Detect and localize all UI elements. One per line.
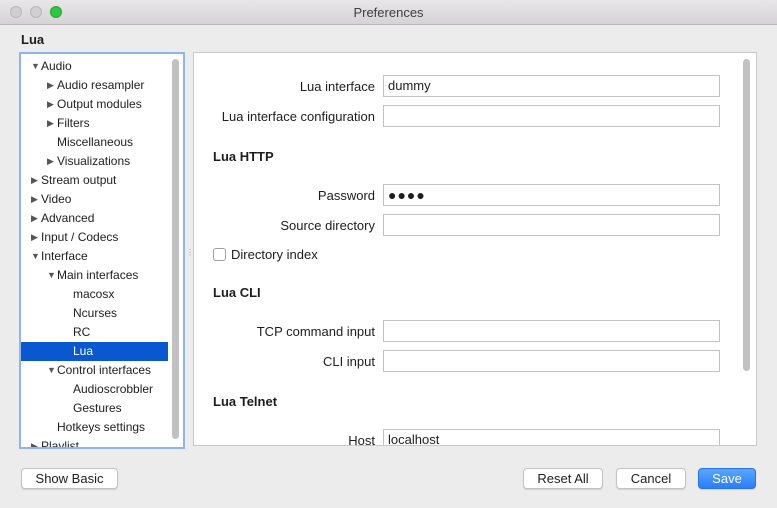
disclosure-expanded-icon[interactable]: ▼ — [47, 361, 56, 380]
cli-input-label: CLI input — [322, 354, 375, 369]
directory-index-label[interactable]: Directory index — [231, 247, 318, 262]
tcp-command-input-field[interactable] — [383, 320, 720, 342]
tree-item-label: RC — [73, 325, 91, 339]
tree-item-label: Video — [41, 192, 72, 206]
show-basic-button[interactable]: Show Basic — [21, 468, 118, 489]
title-bar: Preferences — [0, 0, 777, 25]
lua-interface-config-label: Lua interface configuration — [221, 109, 375, 124]
lua-cli-heading: Lua CLI — [213, 285, 261, 300]
settings-panel: Lua interface dummy Lua interface config… — [193, 52, 757, 446]
disclosure-collapsed-icon[interactable]: ▶ — [31, 228, 38, 247]
tree-item-label: Control interfaces — [57, 363, 152, 377]
tree-item[interactable]: ▶ Advanced — [21, 209, 168, 228]
reset-all-button[interactable]: Reset All — [523, 468, 603, 489]
source-directory-label: Source directory — [280, 218, 375, 233]
tree-item[interactable]: ▶ Stream output — [21, 171, 168, 190]
disclosure-collapsed-icon[interactable]: ▶ — [47, 114, 54, 133]
source-directory-field[interactable] — [383, 214, 720, 236]
tree-item-label: macosx — [73, 287, 115, 301]
tree-item[interactable]: Ncurses — [21, 304, 168, 323]
tree-item-label: Audio — [41, 59, 72, 73]
tree-item[interactable]: ▶ Audio resampler — [21, 76, 168, 95]
tree-item[interactable]: Miscellaneous — [21, 133, 168, 152]
disclosure-collapsed-icon[interactable]: ▶ — [47, 152, 54, 171]
tree-item[interactable]: Gestures — [21, 399, 168, 418]
disclosure-collapsed-icon[interactable]: ▶ — [31, 190, 38, 209]
tree-item-label: Output modules — [57, 97, 142, 111]
disclosure-collapsed-icon[interactable]: ▶ — [31, 171, 38, 190]
tree-item[interactable]: ▼ Control interfaces — [21, 361, 168, 380]
lua-interface-field[interactable]: dummy — [383, 75, 720, 97]
tree-item[interactable]: ▶ Visualizations — [21, 152, 168, 171]
tree-item[interactable]: RC — [21, 323, 168, 342]
save-button[interactable]: Save — [698, 468, 756, 489]
tree-item[interactable]: ▼ Interface — [21, 247, 168, 266]
disclosure-expanded-icon[interactable]: ▼ — [47, 266, 56, 285]
tree-item[interactable]: ▶ Filters — [21, 114, 168, 133]
tcp-command-input-label: TCP command input — [256, 324, 375, 339]
password-field[interactable]: ●●●● — [383, 184, 720, 206]
tree-item-label: Playlist — [41, 439, 80, 449]
tree-scrollbar[interactable] — [172, 59, 179, 439]
tree-item-label: Visualizations — [57, 154, 131, 168]
tree-item[interactable]: macosx — [21, 285, 168, 304]
directory-index-checkbox[interactable] — [213, 248, 226, 261]
host-field[interactable]: localhost — [383, 429, 720, 445]
disclosure-expanded-icon[interactable]: ▼ — [31, 247, 40, 266]
tree-item[interactable]: Lua — [21, 342, 168, 361]
lua-interface-config-field[interactable] — [383, 105, 720, 127]
disclosure-collapsed-icon[interactable]: ▶ — [47, 95, 54, 114]
split-resize-handle[interactable]: ⋮ — [186, 248, 194, 257]
lua-telnet-heading: Lua Telnet — [213, 394, 278, 409]
page-title: Lua — [21, 32, 45, 47]
preferences-window: Preferences Lua ▶ Playlist Hotkeys setting… — [0, 0, 777, 508]
tree-item-label: Stream output — [41, 173, 117, 187]
window-title: Preferences — [353, 5, 424, 20]
cancel-button[interactable]: Cancel — [616, 468, 686, 489]
lua-interface-label: Lua interface — [299, 79, 375, 94]
tree-item-label: Main interfaces — [57, 268, 139, 282]
disclosure-collapsed-icon[interactable]: ▶ — [31, 209, 38, 228]
tree-item-label: Gestures — [73, 401, 122, 415]
tree-item-label: Ncurses — [73, 306, 118, 320]
disclosure-collapsed-icon[interactable]: ▶ — [47, 76, 54, 95]
password-label: Password — [317, 188, 375, 203]
settings-scrollbar[interactable] — [743, 59, 750, 371]
tree-item[interactable]: Audioscrobbler — [21, 380, 168, 399]
disclosure-collapsed-icon[interactable]: ▶ — [31, 437, 38, 447]
tree-item-label: Interface — [41, 249, 88, 263]
tree-item[interactable]: ▼ Audio — [21, 57, 168, 76]
category-tree[interactable]: ▶ Playlist Hotkeys settings Gestures Audiosc… — [19, 52, 185, 449]
tree-item-label: Hotkeys settings — [57, 420, 146, 434]
tree-item[interactable]: ▼ Main interfaces — [21, 266, 168, 285]
host-label: Host — [348, 433, 375, 446]
tree-item-label: Miscellaneous — [57, 135, 134, 149]
tree-item-label: Filters — [57, 116, 90, 130]
tree-item[interactable]: ▶ Output modules — [21, 95, 168, 114]
tree-item-label: Advanced — [41, 211, 95, 225]
tree-item-label: Input / Codecs — [41, 230, 119, 244]
disclosure-expanded-icon[interactable]: ▼ — [31, 57, 40, 76]
tree-item-label: Audioscrobbler — [73, 382, 154, 396]
tree-item[interactable]: ▶ Playlist — [21, 437, 168, 449]
tree-item[interactable]: ▶ Input / Codecs — [21, 228, 168, 247]
cli-input-field[interactable] — [383, 350, 720, 372]
lua-http-heading: Lua HTTP — [213, 149, 274, 164]
tree-item-label: Audio resampler — [57, 78, 145, 92]
tree-item[interactable]: ▶ Video — [21, 190, 168, 209]
tree-item[interactable]: Hotkeys settings — [21, 418, 168, 437]
tree-item-label: Lua — [73, 344, 94, 358]
